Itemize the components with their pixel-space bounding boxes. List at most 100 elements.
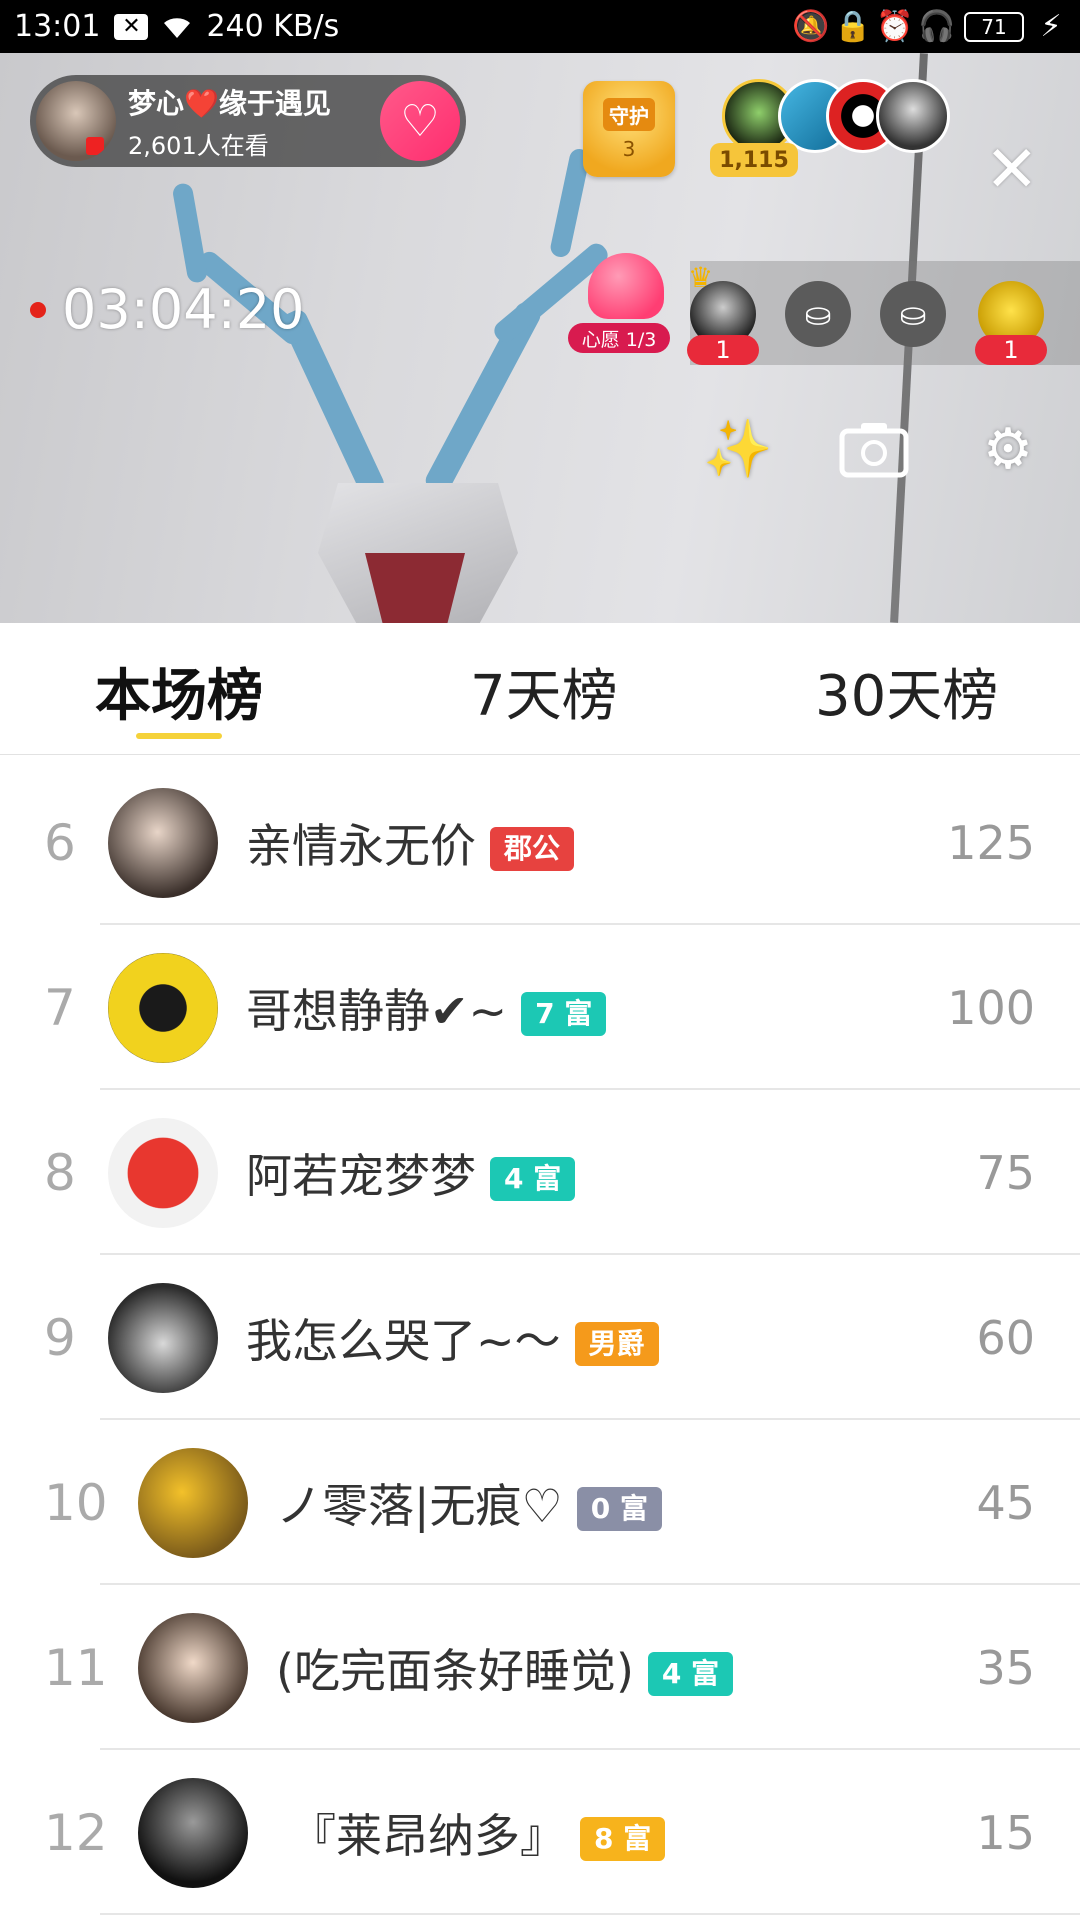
tab-current-session[interactable]: 本场榜 [95, 651, 263, 732]
close-icon: ✕ [985, 133, 1039, 207]
score: 75 [976, 1145, 1035, 1200]
guard-badge[interactable]: 守护 3 [583, 81, 675, 177]
lock-icon: 🔒 [834, 9, 872, 44]
rank-number: 7 [44, 978, 76, 1037]
user-name-text: 亲情永无价 [246, 818, 476, 873]
active-tab-indicator [136, 733, 222, 739]
notification-x-icon: ✕ [114, 13, 149, 40]
sofa-icon: ⛀ [804, 295, 832, 333]
top-viewer-avatar[interactable] [876, 79, 950, 153]
tab-7-days[interactable]: 7天榜 [470, 651, 618, 732]
rank-badge: 8 富 [580, 1817, 666, 1861]
user-name: 『莱昂纳多』 8 富 [290, 1800, 666, 1866]
wifi-icon [162, 12, 192, 42]
antler-decoration [422, 299, 544, 497]
user-name: 我怎么哭了~〜 男爵 [246, 1305, 659, 1371]
seat-gift-count: 1 [975, 335, 1047, 365]
deer-snout-decoration [365, 553, 465, 623]
charging-icon: ⚡ [1040, 9, 1062, 44]
rank-badge: 4 富 [647, 1652, 734, 1696]
live-timer: 03:04:20 [30, 278, 305, 341]
live-indicator-icon [86, 137, 104, 155]
rank-number: 9 [44, 1308, 76, 1367]
score: 60 [976, 1310, 1035, 1365]
user-name-text: 阿若宠梦梦 [246, 1148, 476, 1203]
viewer-count: 2,601人在看 [128, 131, 269, 160]
list-item[interactable]: 9 我怎么哭了~〜 男爵 60 [0, 1255, 1080, 1420]
wish-heart-icon [588, 253, 664, 319]
rank-badge: 0 富 [576, 1487, 662, 1531]
sofa-icon: ⛀ [899, 295, 927, 333]
follow-button[interactable]: ♡ [380, 81, 460, 161]
antler-decoration [171, 182, 209, 284]
avatar[interactable] [108, 952, 218, 1063]
user-name-text: (吃完面条好睡觉) [276, 1643, 634, 1698]
user-name-text: 『莱昂纳多』 [290, 1808, 566, 1863]
rank-number: 8 [44, 1143, 76, 1202]
close-button[interactable]: ✕ [985, 138, 1039, 202]
camera-switch-icon [839, 423, 909, 478]
switch-camera-button[interactable] [836, 411, 912, 487]
user-name: 亲情永无价 郡公 [246, 810, 575, 876]
user-name: 哥想静静✔~ 7 富 [246, 975, 607, 1041]
ranking-list: 6 亲情永无价 郡公 125 7 哥想静静✔~ 7 富 100 8 阿若宠梦梦 4 富… [0, 760, 1080, 1915]
mute-bell-icon: 🔕 [792, 9, 830, 44]
score: 35 [976, 1640, 1035, 1695]
mic-seat-empty[interactable]: ⛀ [880, 281, 946, 347]
rank-number: 12 [44, 1803, 108, 1862]
battery-indicator: 71 [964, 11, 1024, 42]
avatar[interactable] [108, 1282, 218, 1393]
settings-button[interactable]: ⚙ [970, 411, 1046, 487]
rank-badge: 4 富 [490, 1157, 576, 1201]
rank-number: 11 [44, 1638, 108, 1697]
headphones-icon: 🎧 [918, 9, 956, 44]
rank-badge: 郡公 [490, 827, 575, 871]
alarm-icon: ⏰ [876, 9, 914, 44]
list-item[interactable]: 12 『莱昂纳多』 8 富 15 [0, 1750, 1080, 1915]
rank-badge: 7 富 [521, 992, 607, 1036]
wish-progress-label: 心愿 1/3 [568, 323, 670, 353]
magic-wand-icon: ✨ [703, 417, 773, 482]
guard-label: 守护 [603, 97, 655, 131]
battery-level: 71 [981, 14, 1007, 39]
wish-widget[interactable]: 心愿 1/3 [568, 253, 678, 353]
mic-seat-empty[interactable]: ⛀ [785, 281, 851, 347]
score: 125 [947, 815, 1035, 870]
rank-badge: 男爵 [574, 1322, 659, 1366]
list-item[interactable]: 7 哥想静静✔~ 7 富 100 [0, 925, 1080, 1090]
live-video[interactable]: 梦心❤️缘于遇见 2,601人在看 ♡ 守护 3 1,115 ✕ 03:04:2… [0, 53, 1080, 623]
host-info-pill[interactable]: 梦心❤️缘于遇见 2,601人在看 ♡ [30, 75, 466, 167]
heart-plus-icon: ♡ [400, 95, 440, 147]
timer-text: 03:04:20 [62, 278, 305, 341]
avatar[interactable] [138, 1447, 248, 1558]
guard-count: 3 [622, 136, 636, 161]
host-name: 梦心❤️缘于遇见 [128, 86, 331, 120]
status-time: 13:01 [14, 9, 101, 44]
avatar[interactable] [138, 1777, 248, 1888]
list-item[interactable]: 10 ノ零落|无痕♡ 0 富 45 [0, 1420, 1080, 1585]
tab-30-days[interactable]: 30天榜 [815, 651, 998, 732]
user-name: (吃完面条好睡觉) 4 富 [276, 1635, 734, 1701]
host-avatar[interactable] [36, 81, 116, 161]
network-speed: 240 KB/s [206, 9, 340, 44]
status-bar: 13:01 ✕ 240 KB/s 🔕 🔒 ⏰ 🎧 71 ⚡ [0, 0, 1080, 53]
avatar[interactable] [108, 1117, 218, 1228]
avatar[interactable] [138, 1612, 248, 1723]
list-item[interactable]: 8 阿若宠梦梦 4 富 75 [0, 1090, 1080, 1255]
coin-count-badge: 1,115 [710, 143, 798, 177]
rank-number: 6 [44, 813, 76, 872]
score: 45 [976, 1475, 1035, 1530]
divider [100, 1913, 1080, 1915]
seat-gift-count: 1 [687, 335, 759, 365]
user-name-text: 哥想静静✔~ [246, 983, 508, 1038]
user-name: 阿若宠梦梦 4 富 [246, 1140, 576, 1206]
list-item[interactable]: 11 (吃完面条好睡觉) 4 富 35 [0, 1585, 1080, 1750]
list-item[interactable]: 6 亲情永无价 郡公 125 [0, 760, 1080, 925]
ranking-tabs: 本场榜 7天榜 30天榜 [0, 623, 1080, 755]
recording-dot-icon [30, 301, 46, 318]
beauty-button[interactable]: ✨ [700, 411, 776, 487]
user-name: ノ零落|无痕♡ 0 富 [276, 1470, 662, 1536]
rank-number: 10 [44, 1473, 108, 1532]
user-name-text: ノ零落|无痕♡ [276, 1478, 563, 1533]
avatar[interactable] [108, 787, 218, 898]
